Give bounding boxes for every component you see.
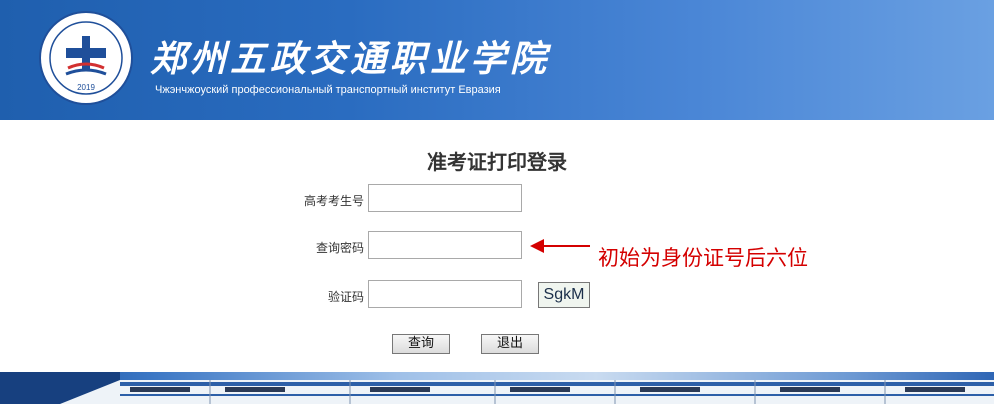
logo-year: 2019 — [77, 83, 95, 92]
page-title: 准考证打印登录 — [427, 150, 567, 174]
captcha-label: 验证码 — [327, 290, 364, 304]
footer-banner — [0, 372, 994, 404]
query-button[interactable]: 查询 — [392, 334, 450, 354]
exit-button[interactable]: 退出 — [481, 334, 539, 354]
arrow-left-icon — [530, 239, 590, 253]
password-label: 查询密码 — [315, 241, 364, 255]
captcha-image[interactable]: SgkM — [538, 282, 590, 308]
captcha-input[interactable] — [368, 280, 522, 308]
password-hint: 初始为身份证号后六位 — [598, 246, 808, 270]
exam-number-label: 高考考生号 — [303, 194, 364, 208]
school-name: 郑州五政交通职业学院 — [150, 38, 551, 80]
exam-number-input[interactable] — [368, 184, 522, 212]
high-speed-train-icon — [0, 372, 994, 404]
school-emblem-icon: 2019 — [39, 11, 133, 105]
password-input[interactable] — [368, 231, 522, 259]
header-banner: 2019 郑州五政交通职业学院 Чжэнчжоуский профессиона… — [0, 0, 994, 120]
school-subtitle: Чжэнчжоуский профессиональный транспортн… — [155, 84, 501, 96]
